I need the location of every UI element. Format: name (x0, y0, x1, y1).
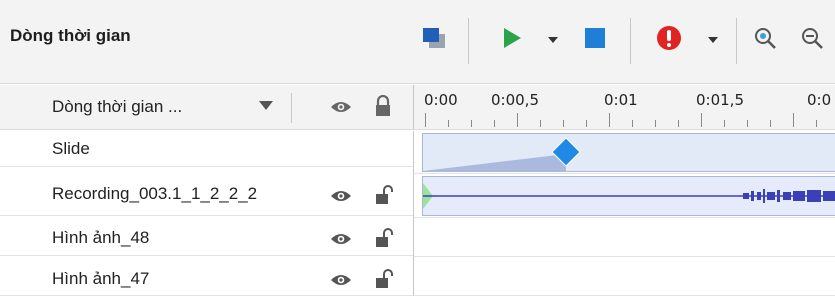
ruler-tick (517, 113, 518, 127)
ruler-label: 0:00 (424, 91, 458, 109)
unlock-icon[interactable] (375, 227, 393, 254)
timeline-header: Dòng thời gian (0, 0, 835, 84)
eye-icon[interactable] (330, 272, 352, 293)
track-list-header: Dòng thời gian ... (0, 85, 413, 130)
track-row-image-48[interactable]: Hình ảnh_48 (0, 218, 413, 256)
ruler-tick (540, 120, 541, 127)
ruler-label: 0:01 (604, 91, 638, 109)
unlock-icon[interactable] (375, 268, 393, 295)
ruler-tick (701, 113, 702, 127)
track-label: Hình ảnh_48 (52, 228, 150, 247)
track-row-image-47[interactable]: Hình ảnh_47 (0, 257, 413, 296)
ruler-tick (793, 113, 794, 127)
ruler-tick (609, 113, 610, 127)
time-ruler[interactable]: 0:00 0:00,5 0:01 0:01,5 0:0 (413, 85, 835, 130)
eye-icon[interactable] (330, 231, 352, 252)
track-label: Recording_003.1_1_2_2_2 (52, 184, 258, 203)
ruler-tick (471, 120, 472, 127)
layer-color-icon (420, 25, 448, 56)
ruler-tick (448, 120, 449, 127)
track-label: Hình ảnh_47 (52, 269, 150, 288)
ruler-tick (724, 120, 725, 127)
ruler-label: 0:01,5 (696, 91, 744, 109)
keyframe-diamond-icon[interactable] (551, 137, 581, 172)
ruler-label: 0:00,5 (491, 91, 539, 109)
timeline-row-image-48[interactable] (413, 218, 835, 257)
track-label: Slide (52, 139, 90, 158)
zoom-in-icon (753, 26, 777, 55)
ruler-tick (563, 120, 564, 127)
record-options-dropdown[interactable] (704, 22, 722, 58)
lock-icon[interactable] (374, 94, 392, 122)
ruler-label: 0:0 (807, 91, 832, 109)
zoom-out-icon (800, 26, 824, 55)
stop-button[interactable] (580, 22, 610, 58)
ruler-tick (425, 113, 426, 127)
play-icon (501, 26, 523, 55)
record-button[interactable] (652, 22, 686, 58)
ruler-tick (586, 120, 587, 127)
ruler-tick (632, 120, 633, 127)
zoom-in-button[interactable] (750, 22, 780, 58)
timeline-selector-label[interactable]: Dòng thời gian ... (52, 97, 182, 117)
stop-icon (584, 27, 606, 54)
ruler-tick (747, 120, 748, 127)
ruler-tick (655, 120, 656, 127)
slide-clip[interactable] (422, 133, 835, 172)
ruler-tick (816, 120, 817, 127)
ruler-tick (678, 120, 679, 127)
track-row-recording[interactable]: Recording_003.1_1_2_2_2 (0, 174, 413, 216)
audio-clip[interactable] (422, 176, 835, 216)
play-options-dropdown[interactable] (544, 22, 562, 58)
ruler-tick (770, 120, 771, 127)
play-button[interactable] (494, 22, 530, 58)
transition-ramp (423, 154, 566, 171)
chevron-down-icon (707, 31, 719, 49)
zoom-out-button[interactable] (800, 22, 835, 58)
eye-icon[interactable] (330, 188, 352, 209)
panel-title: Dòng thời gian (10, 26, 131, 45)
track-row-slide[interactable]: Slide (0, 131, 413, 167)
unlock-icon[interactable] (375, 184, 393, 211)
timeline-row-image-47[interactable] (413, 257, 835, 296)
layer-color-button[interactable] (416, 22, 452, 58)
chevron-down-icon (547, 31, 559, 49)
record-icon (655, 24, 683, 57)
dropdown-icon[interactable] (258, 99, 274, 117)
ruler-tick (494, 120, 495, 127)
eye-icon[interactable] (330, 99, 352, 120)
